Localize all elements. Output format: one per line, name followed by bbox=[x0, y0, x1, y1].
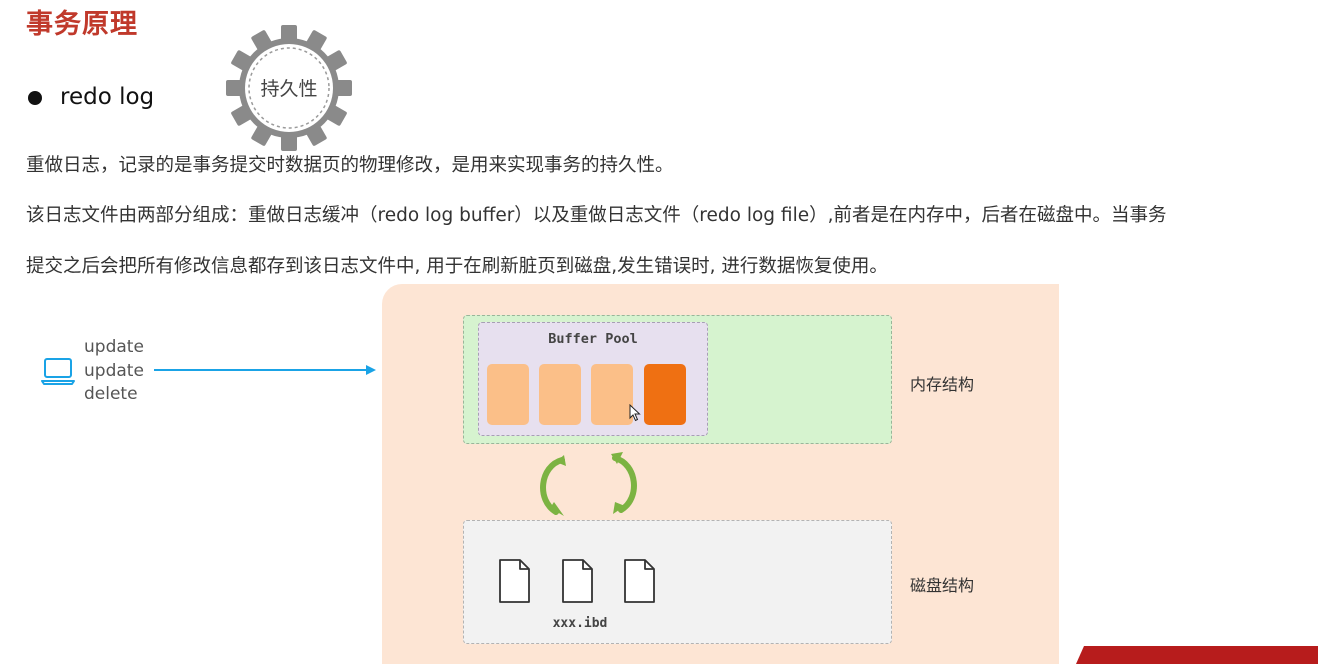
client-op-delete: delete bbox=[84, 384, 138, 404]
document-icon bbox=[499, 559, 530, 603]
document-icon bbox=[562, 559, 593, 603]
corner-banner bbox=[1076, 646, 1318, 664]
client-op-update-1: update bbox=[84, 337, 144, 357]
buffer-page bbox=[487, 364, 529, 425]
laptop-icon bbox=[41, 358, 75, 385]
ibd-file-label: xxx.ibd bbox=[552, 616, 608, 631]
page-title: 事务原理 bbox=[26, 9, 138, 40]
paragraph-composition: 该日志文件由两部分组成：重做日志缓冲（redo log buffer）以及重做日… bbox=[26, 205, 1167, 226]
durability-gear-badge: 持久性 bbox=[225, 24, 353, 152]
client-op-update-2: update bbox=[84, 360, 144, 381]
document-icon bbox=[624, 559, 655, 603]
dirty-buffer-page bbox=[644, 364, 686, 425]
mouse-cursor-icon bbox=[629, 404, 641, 422]
bullet-label-redo-log: redo log bbox=[60, 84, 155, 110]
gear-icon: 持久性 bbox=[226, 25, 352, 151]
bullet-dot bbox=[28, 91, 42, 105]
load-arrow-icon bbox=[611, 452, 637, 514]
buffer-page bbox=[591, 364, 633, 425]
buffer-page bbox=[539, 364, 581, 425]
gear-badge-text: 持久性 bbox=[260, 78, 317, 100]
client-operations: update update delete bbox=[84, 336, 144, 407]
memory-structure-label: 内存结构 bbox=[910, 375, 975, 394]
buffer-pool-title: Buffer Pool bbox=[548, 331, 638, 347]
disk-structure-label: 磁盘结构 bbox=[910, 576, 975, 595]
paragraph-definition: 重做日志，记录的是事务提交时数据页的物理修改，是用来实现事务的持久性。 bbox=[26, 155, 674, 176]
flush-arrow-icon bbox=[540, 455, 566, 516]
request-arrow bbox=[154, 365, 376, 375]
paragraph-usage: 提交之后会把所有修改信息都存到该日志文件中, 用于在刷新脏页到磁盘,发生错误时,… bbox=[26, 256, 888, 277]
